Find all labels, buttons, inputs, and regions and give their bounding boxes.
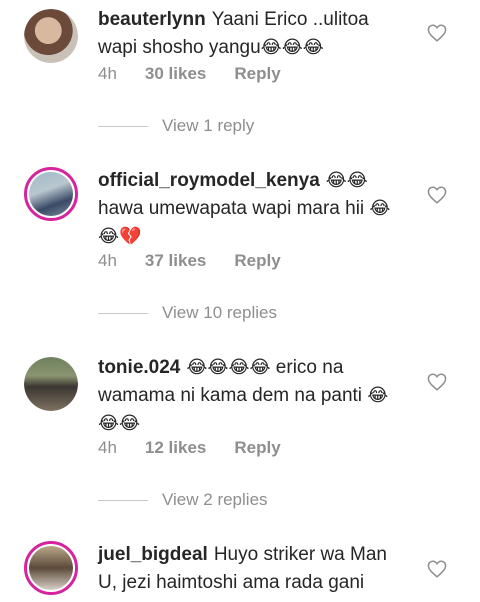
reply-button[interactable]: Reply [234,64,280,84]
comment-time: 4h [98,251,117,270]
like-heart-icon[interactable] [427,24,447,42]
view-replies-label: View 2 replies [162,490,268,509]
likes-count[interactable]: 37 likes [145,251,206,271]
view-replies-label: View 10 replies [162,303,277,322]
divider-line [98,125,148,127]
avatar[interactable] [24,9,78,63]
view-replies-label: View 1 reply [162,116,255,135]
comment-username[interactable]: official_roymodel_kenya [98,170,320,191]
like-heart-icon[interactable] [427,560,447,578]
view-replies-button[interactable]: View 1 reply [98,116,254,136]
divider-line [98,499,148,501]
comment-username[interactable]: beauterlynn [98,9,206,30]
comment-time: 4h [98,438,117,457]
emoji-laugh-icon: 😂😂😂 [260,37,324,58]
comment-username[interactable]: tonie.024 [98,357,180,378]
avatar[interactable] [24,541,78,595]
emoji-laugh-icon: 😂😂 [325,170,368,191]
like-heart-icon[interactable] [427,373,447,391]
likes-count[interactable]: 12 likes [145,438,206,458]
like-heart-icon[interactable] [427,186,447,204]
reply-button[interactable]: Reply [234,251,280,271]
reply-button[interactable]: Reply [234,438,280,458]
emoji-laugh-icon: 😂😂😂😂 [186,357,271,378]
comment-username[interactable]: juel_bigdeal [98,544,208,565]
avatar[interactable] [24,167,78,221]
divider-line [98,312,148,314]
avatar[interactable] [24,357,78,411]
comment-text: hawa umewapata wapi mara hii [98,198,365,219]
likes-count[interactable]: 30 likes [145,64,206,84]
comment-time: 4h [98,64,117,83]
view-replies-button[interactable]: View 10 replies [98,303,277,323]
view-replies-button[interactable]: View 2 replies [98,490,268,510]
